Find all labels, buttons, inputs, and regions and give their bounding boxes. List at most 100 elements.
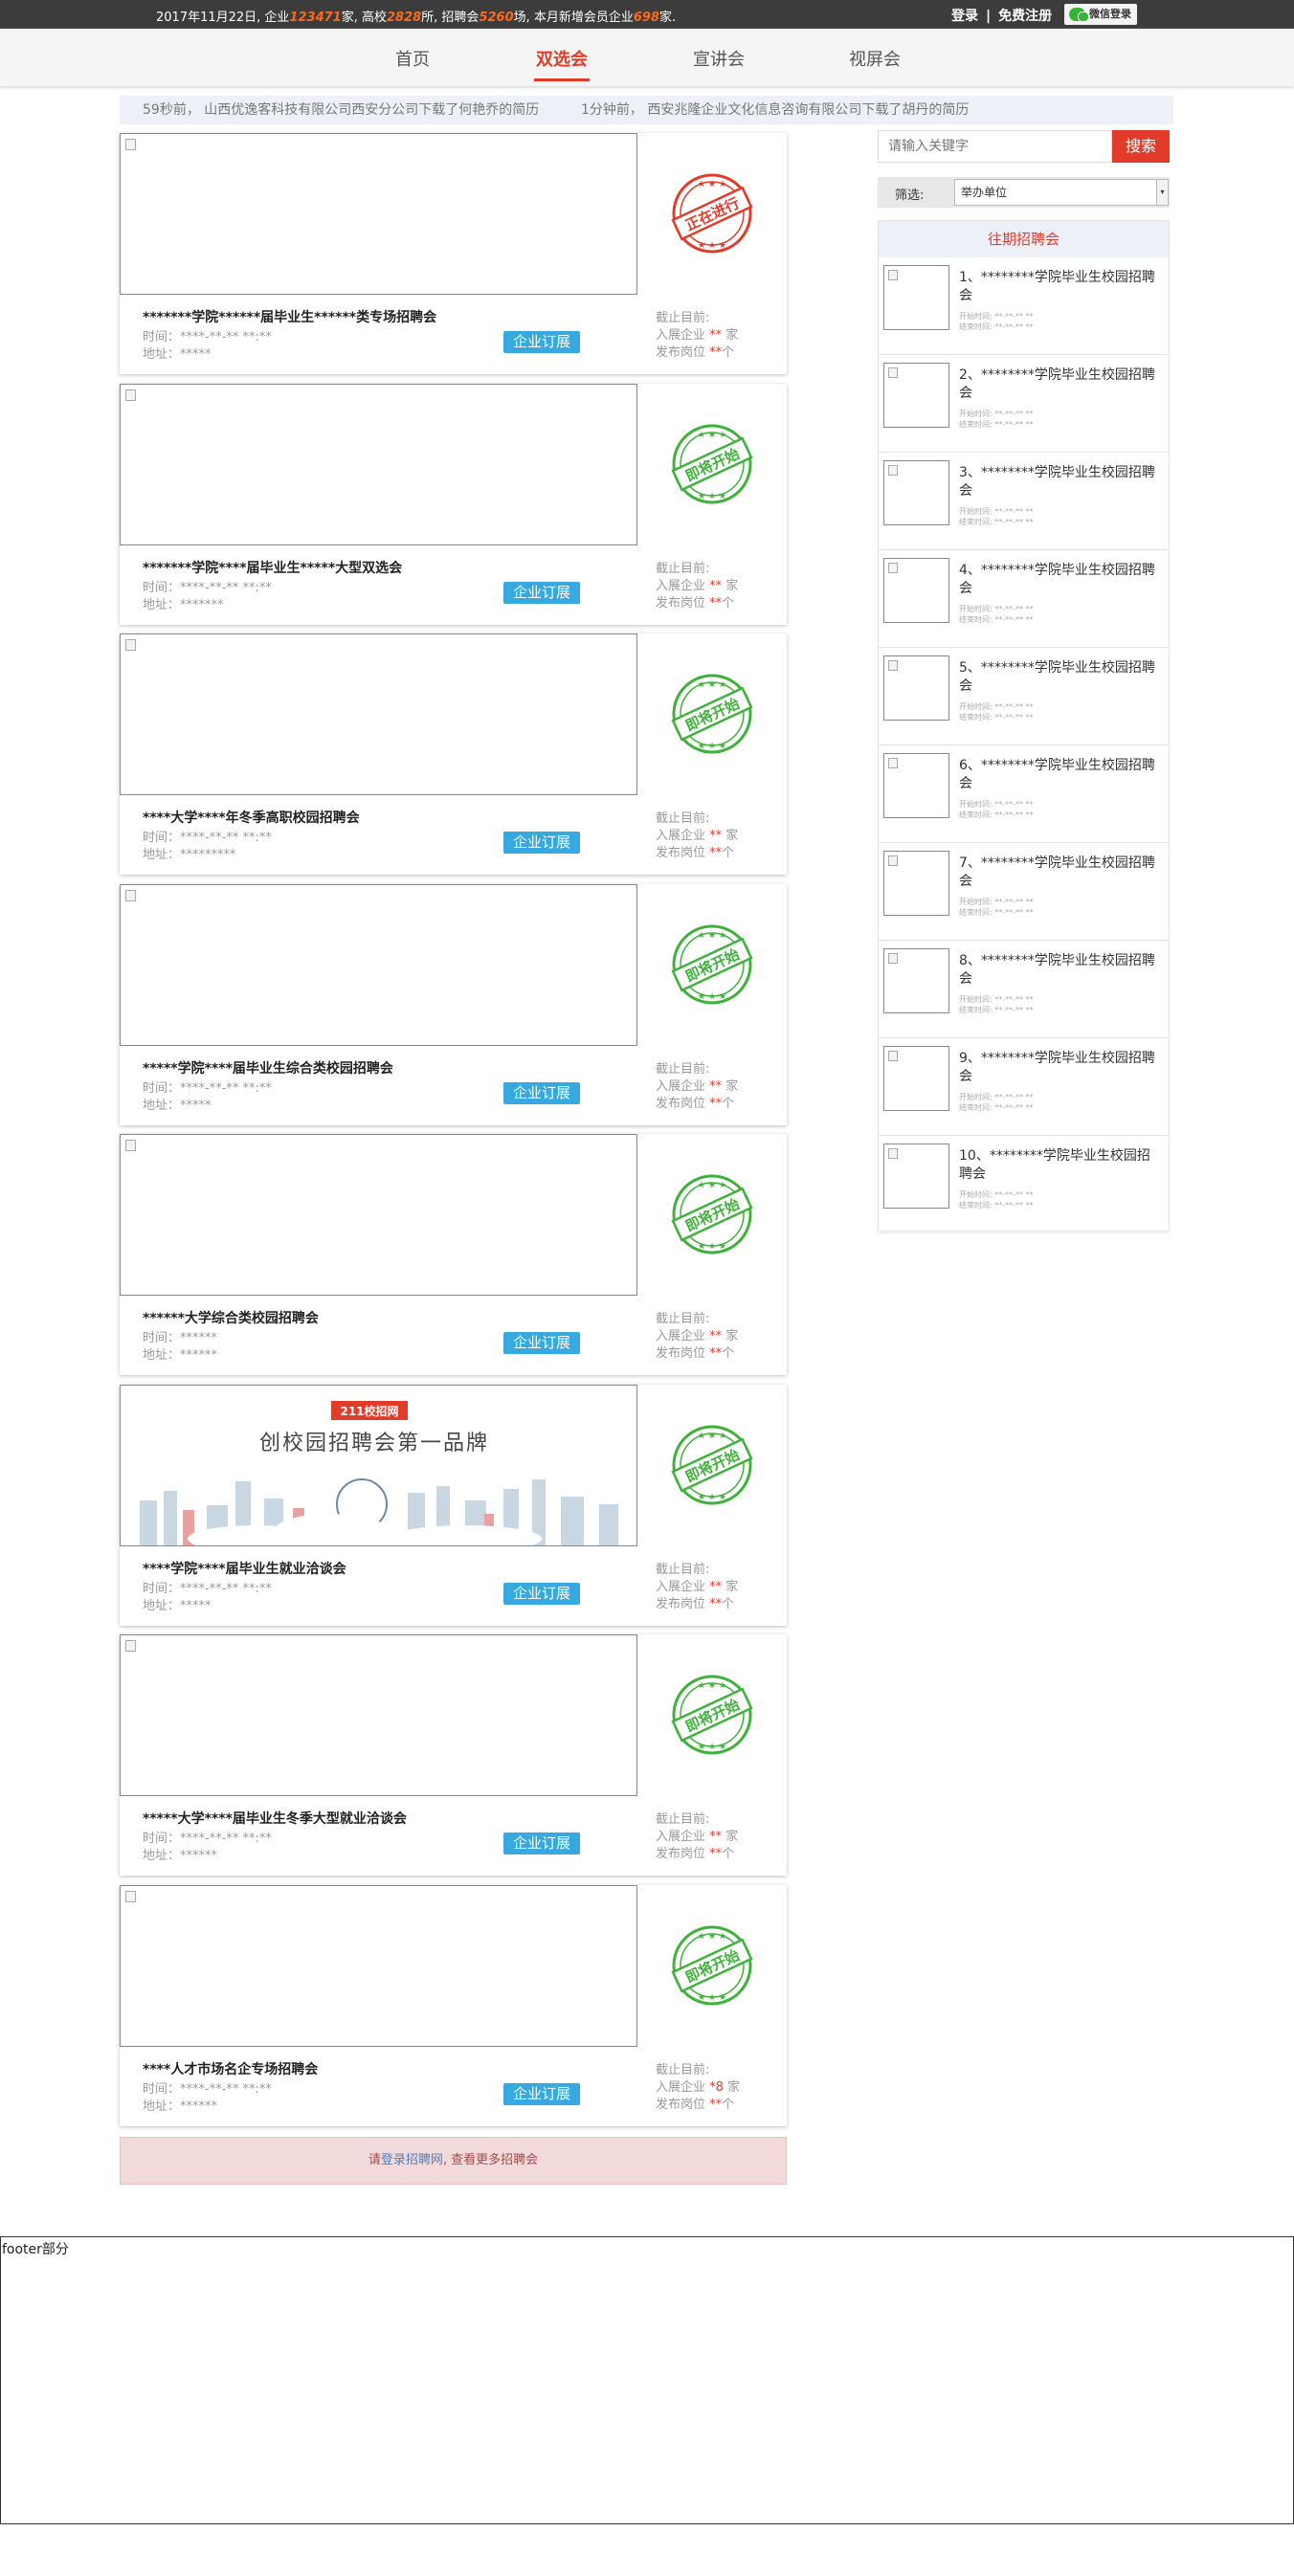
fair-banner-image[interactable] bbox=[120, 633, 637, 795]
exhibitor-value: ** bbox=[709, 1329, 723, 1344]
past-fair-item[interactable]: 6、********学院毕业生校园招聘会 开始时间: **-**-** ** 结束时… bbox=[879, 745, 1169, 843]
nav-job-fair[interactable]: 双选会 bbox=[534, 46, 590, 81]
status-stamp-icon: ★ ★ ★ ★ ★ ★ 即将开始 bbox=[670, 1423, 754, 1507]
position-label: 发布岗位 bbox=[656, 595, 706, 611]
job-fair-card[interactable]: ★ ★ ★ ★ ★ ★ 即将开始 ******大学综合类校园招聘会 时间：****** 地… bbox=[120, 1134, 787, 1375]
more-suffix: , 查看更多招聘会 bbox=[442, 2153, 539, 2167]
filter-select[interactable]: 举办单位 ▾ bbox=[954, 179, 1169, 206]
past-fair-thumbnail[interactable] bbox=[883, 1144, 949, 1209]
wechat-login-button[interactable]: 微信登录 bbox=[1064, 4, 1137, 25]
subscribe-button[interactable]: 企业订展 bbox=[503, 2082, 580, 2105]
subscribe-button[interactable]: 企业订展 bbox=[503, 1832, 580, 1854]
position-unit: 个 bbox=[722, 1596, 735, 1611]
login-link[interactable]: 登录 bbox=[951, 9, 978, 24]
past-fair-title[interactable]: 7、********学院毕业生校园招聘会 bbox=[959, 855, 1160, 891]
subscribe-button[interactable]: 企业订展 bbox=[503, 581, 580, 604]
job-fair-card[interactable]: ★ ★ ★ ★ ★ ★ 即将开始 *****大学****届毕业生冬季大型就业洽谈会时间… bbox=[120, 1634, 787, 1876]
fair-banner-image[interactable] bbox=[120, 1134, 637, 1296]
past-fair-thumbnail[interactable] bbox=[883, 948, 949, 1013]
past-fair-title[interactable]: 5、********学院毕业生校园招聘会 bbox=[959, 659, 1160, 696]
past-fair-thumbnail[interactable] bbox=[883, 753, 949, 818]
past-fair-thumbnail[interactable] bbox=[883, 265, 949, 330]
past-fair-start: 开始时间: **-**-** ** bbox=[959, 1190, 1034, 1199]
fair-time: 时间：****-**-** **:** bbox=[143, 1832, 272, 1846]
fair-banner-image[interactable] bbox=[120, 383, 637, 545]
subscribe-button[interactable]: 企业订展 bbox=[503, 1582, 580, 1605]
position-unit: 个 bbox=[722, 345, 735, 360]
fair-title[interactable]: *****学院****届毕业生综合类校园招聘会 bbox=[143, 1058, 393, 1077]
past-fair-item[interactable]: 1、********学院毕业生校园招聘会 开始时间: **-**-** ** 结束时… bbox=[879, 257, 1169, 355]
past-fair-title[interactable]: 6、********学院毕业生校园招聘会 bbox=[959, 757, 1160, 793]
fair-time: 时间：****-**-** **:** bbox=[143, 2081, 272, 2097]
past-fair-item[interactable]: 8、********学院毕业生校园招聘会 开始时间: **-**-** ** 结束时… bbox=[879, 941, 1169, 1038]
fair-address: 地址：****** bbox=[143, 1348, 218, 1363]
broken-image-icon bbox=[888, 660, 898, 671]
job-fair-card[interactable]: ★ ★ ★ ★ ★ ★ 即将开始 *******学院****届毕业生*****大型双选… bbox=[120, 383, 787, 625]
fair-title[interactable]: ****学院****届毕业生就业洽谈会 bbox=[143, 1559, 346, 1578]
position-unit: 个 bbox=[722, 1096, 735, 1111]
register-link[interactable]: 免费注册 bbox=[998, 9, 1052, 24]
subscribe-button[interactable]: 企业订展 bbox=[503, 832, 580, 854]
past-fair-item[interactable]: 4、********学院毕业生校园招聘会 开始时间: **-**-** ** 结束时… bbox=[879, 550, 1169, 648]
past-fair-item[interactable]: 3、********学院毕业生校园招聘会 开始时间: **-**-** ** 结束时… bbox=[879, 453, 1169, 550]
nav-presentation[interactable]: 宣讲会 bbox=[693, 46, 745, 71]
past-fair-title[interactable]: 8、********学院毕业生校园招聘会 bbox=[959, 952, 1160, 988]
login-site-link[interactable]: 登录招聘网 bbox=[381, 2153, 443, 2167]
fair-banner-image[interactable] bbox=[120, 883, 637, 1046]
fair-banner-image[interactable] bbox=[120, 1884, 637, 2047]
past-fair-item[interactable]: 2、********学院毕业生校园招聘会 开始时间: **-**-** ** 结束时… bbox=[879, 355, 1169, 453]
fair-title[interactable]: ****大学****年冬季高职校园招聘会 bbox=[143, 808, 360, 827]
past-fair-thumbnail[interactable] bbox=[883, 460, 949, 525]
position-value: ** bbox=[709, 2097, 723, 2112]
filter-selected-value: 举办单位 bbox=[961, 186, 1008, 199]
filter-row: 筛选: 举办单位 ▾ bbox=[878, 177, 1170, 208]
fair-time: 时间：****-**-** **:** bbox=[143, 1080, 272, 1096]
search-button[interactable]: 搜索 bbox=[1112, 130, 1170, 163]
past-fair-title[interactable]: 4、********学院毕业生校园招聘会 bbox=[959, 562, 1160, 598]
nav-home[interactable]: 首页 bbox=[395, 46, 430, 71]
fair-title[interactable]: ****人才市场名企专场招聘会 bbox=[143, 2059, 318, 2078]
fair-banner-image[interactable] bbox=[120, 133, 637, 295]
broken-image-icon bbox=[125, 639, 136, 651]
svg-text:★ ★ ★: ★ ★ ★ bbox=[698, 1743, 726, 1752]
past-fair-title[interactable]: 9、********学院毕业生校园招聘会 bbox=[959, 1050, 1160, 1086]
fair-title[interactable]: *******学院******届毕业生******类专场招聘会 bbox=[143, 307, 436, 326]
job-fair-card[interactable]: ★ ★ ★ ★ ★ ★ 正在进行 *******学院******届毕业生******类… bbox=[120, 133, 787, 374]
subscribe-button[interactable]: 企业订展 bbox=[503, 331, 580, 353]
past-fair-item[interactable]: 9、********学院毕业生校园招聘会 开始时间: **-**-** ** 结束时… bbox=[879, 1038, 1169, 1136]
past-fair-thumbnail[interactable] bbox=[883, 363, 949, 428]
past-fair-thumbnail[interactable] bbox=[883, 1046, 949, 1111]
svg-text:★ ★ ★: ★ ★ ★ bbox=[698, 1242, 726, 1252]
more-fairs-bar[interactable]: 请登录招聘网, 查看更多招聘会 bbox=[120, 2137, 787, 2185]
exhibitor-count: 入展企业 ** 家 bbox=[656, 1076, 738, 1094]
past-fair-item[interactable]: 10、********学院毕业生校园招聘会 开始时间: **-**-** ** 结束… bbox=[879, 1136, 1169, 1233]
past-fair-thumbnail[interactable] bbox=[883, 851, 949, 916]
fair-address: 地址：****** bbox=[143, 1849, 218, 1863]
past-fair-thumbnail[interactable] bbox=[883, 558, 949, 623]
subscribe-button[interactable]: 企业订展 bbox=[503, 1332, 580, 1354]
fair-banner-image[interactable]: 211校招网 创校园招聘会第一品牌 bbox=[120, 1384, 637, 1546]
past-fair-item[interactable]: 5、********学院毕业生校园招聘会 开始时间: **-**-** ** 结束时… bbox=[879, 648, 1169, 745]
exhibitor-unit: 家 bbox=[725, 829, 739, 843]
nav-video-fair[interactable]: 视屏会 bbox=[849, 46, 901, 71]
past-fair-title[interactable]: 10、********学院毕业生校园招聘会 bbox=[959, 1147, 1160, 1184]
search-input[interactable] bbox=[878, 130, 1112, 163]
past-fair-thumbnail[interactable] bbox=[883, 655, 949, 721]
job-fair-card[interactable]: ★ ★ ★ ★ ★ ★ 即将开始 *****学院****届毕业生综合类校园招聘会 时间：… bbox=[120, 883, 787, 1125]
fair-time: 时间：****** bbox=[143, 1331, 218, 1345]
past-fair-title[interactable]: 3、********学院毕业生校园招聘会 bbox=[959, 464, 1160, 500]
broken-image-icon bbox=[125, 1140, 136, 1151]
fair-title[interactable]: ******大学综合类校园招聘会 bbox=[143, 1308, 319, 1327]
subscribe-button[interactable]: 企业订展 bbox=[503, 1081, 580, 1104]
ad-slogan: 创校园招聘会第一品牌 bbox=[259, 1431, 490, 1455]
past-fair-title[interactable]: 2、********学院毕业生校园招聘会 bbox=[959, 366, 1160, 403]
fair-title[interactable]: *****大学****届毕业生冬季大型就业洽谈会 bbox=[143, 1809, 407, 1828]
job-fair-card[interactable]: ★ ★ ★ ★ ★ ★ 即将开始 ****大学****年冬季高职校园招聘会 时间：***… bbox=[120, 633, 787, 875]
fair-title[interactable]: *******学院****届毕业生*****大型双选会 bbox=[143, 558, 402, 577]
job-fair-card[interactable]: 211校招网 创校园招聘会第一品牌 ★ ★ ★ ★ ★ ★ 即将开始 ****学院****… bbox=[120, 1384, 787, 1626]
past-fair-item[interactable]: 7、********学院毕业生校园招聘会 开始时间: **-**-** ** 结束时… bbox=[879, 843, 1169, 941]
status-stamp-icon: ★ ★ ★ ★ ★ ★ 即将开始 bbox=[670, 1673, 754, 1757]
fair-banner-image[interactable] bbox=[120, 1634, 637, 1796]
job-fair-card[interactable]: ★ ★ ★ ★ ★ ★ 即将开始 ****人才市场名企专场招聘会 时间：****-**-… bbox=[120, 1884, 787, 2126]
past-fair-title[interactable]: 1、********学院毕业生校园招聘会 bbox=[959, 269, 1160, 305]
